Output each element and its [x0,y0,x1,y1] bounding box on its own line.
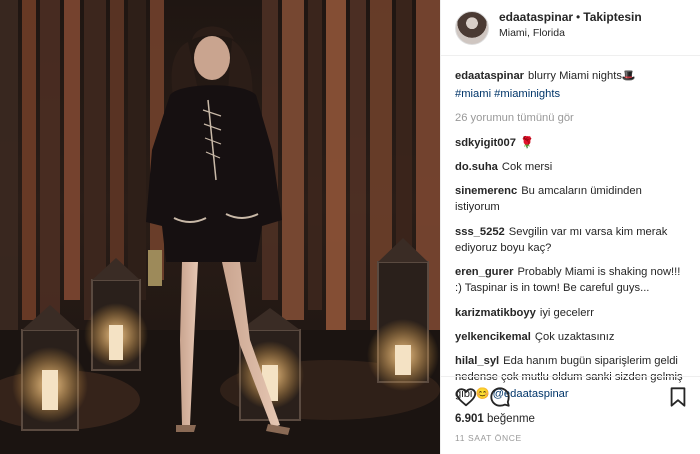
heart-icon[interactable] [455,386,477,408]
post-photo[interactable] [0,0,440,454]
comment-item: sinemerenc Bu amcaların ümidinden istiyor… [455,183,688,215]
comments-section: edaataspinar blurry Miami nights🎩 #miami … [441,56,700,402]
comment-username[interactable]: sss_5252 [455,226,505,238]
comment-item: karizmatikboyy iyi gecelerr [455,305,688,321]
comment-username[interactable]: sdkyigit007 [455,137,516,149]
lantern-left [12,305,88,431]
comment-username[interactable]: eren_gurer [455,266,513,278]
comment-icon[interactable] [489,386,511,408]
comment-username[interactable]: do.suha [455,161,498,173]
header-text: edaataspinar • Takiptesin Miami, Florida [499,10,642,40]
comment-username[interactable]: sinemerenc [455,185,517,197]
comment-text: Cok mersi [501,160,553,173]
username-link[interactable]: edaataspinar [499,10,573,24]
bookmark-icon[interactable] [667,386,689,408]
post-actions: 6.901 beğenme 11 SAAT ÖNCE [441,376,700,443]
post-header: edaataspinar • Takiptesin Miami, Florida [441,0,700,56]
photo-scene [0,0,440,454]
comment-item: do.suha Cok mersi [455,159,688,175]
likes-count[interactable]: 6.901 beğenme [455,413,689,425]
caption-text: blurry Miami nights [528,70,622,82]
location-link[interactable]: Miami, Florida [499,27,642,40]
comment-text: Çok uzaktasınız [534,330,615,343]
likes-number: 6.901 [455,413,484,425]
following-label[interactable]: Takiptesin [583,10,641,24]
comment-username[interactable]: karizmatikboyy [455,307,536,319]
comment-item: yelkencikemal Çok uzaktasınız [455,329,688,345]
comment-item: sss_5252 Sevgilin var mı varsa kim merak … [455,224,688,256]
caption: edaataspinar blurry Miami nights🎩 [455,68,688,84]
caption-emoji: 🎩 [621,70,636,82]
comment-username[interactable]: hilal_syl [455,355,499,367]
comment-username[interactable]: yelkencikemal [455,331,531,343]
comment-text: 🌹 [519,136,534,149]
view-all-comments-link[interactable]: 26 yorumun tümünü gör [455,110,688,126]
post-timestamp: 11 SAAT ÖNCE [455,433,522,443]
separator-dot: • [576,10,581,24]
post-side-panel: edaataspinar • Takiptesin Miami, Florida e… [440,0,700,454]
header-line: edaataspinar • Takiptesin [499,10,642,25]
comment-item: sdkyigit007 🌹 [455,135,688,151]
caption-hashtags[interactable]: #miami #miaminights [455,86,688,102]
comment-text: iyi gecelerr [539,306,594,319]
action-icons-row [455,383,689,411]
caption-username[interactable]: edaataspinar [455,70,524,82]
avatar[interactable] [455,11,489,45]
likes-word: beğenme [486,413,535,425]
comment-item: eren_gurer Probably Miami is shaking now!… [455,264,688,296]
